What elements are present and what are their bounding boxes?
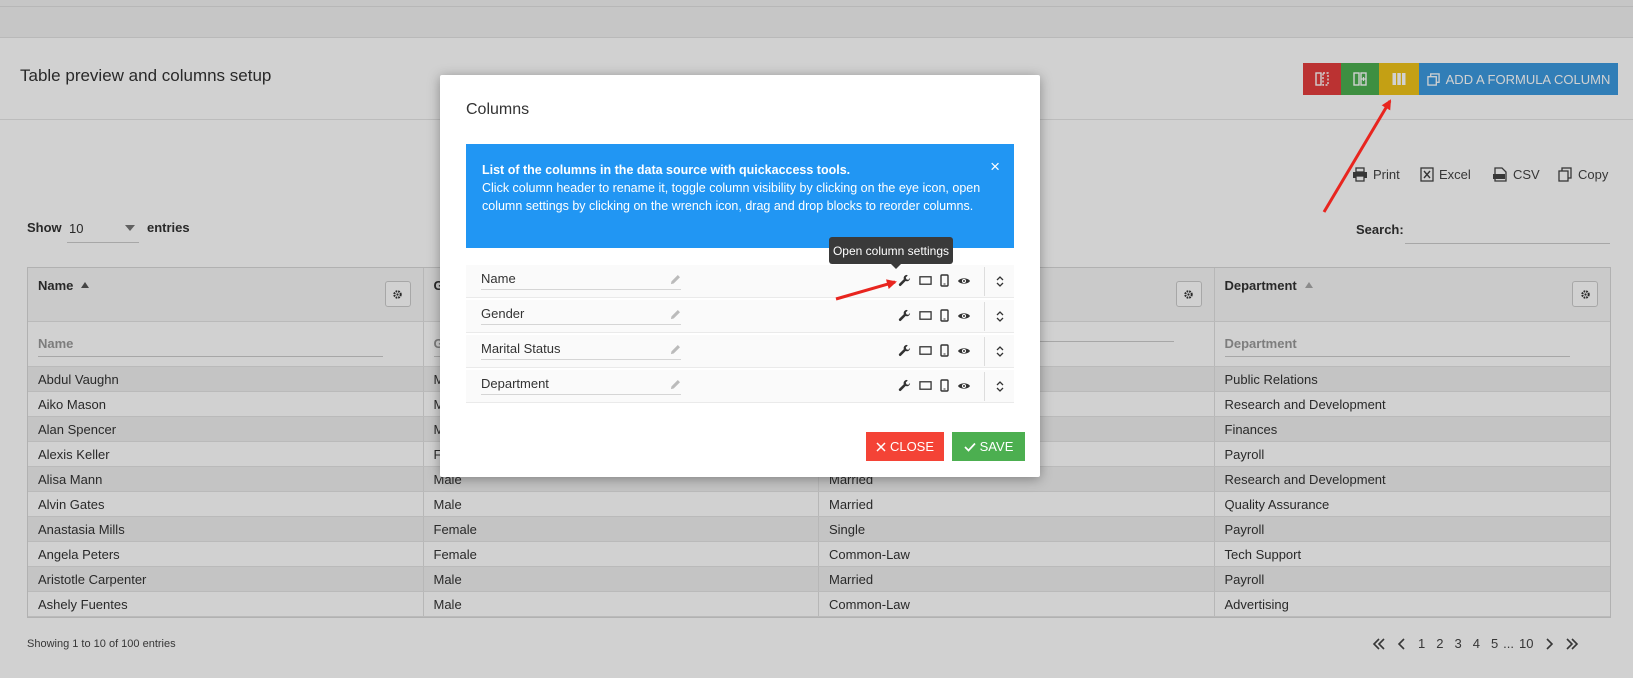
desktop-visibility-icon[interactable] <box>919 345 932 356</box>
pencil-icon[interactable] <box>670 379 681 390</box>
column-tools <box>898 379 971 392</box>
close-button-label: CLOSE <box>889 439 935 454</box>
pencil-icon[interactable] <box>670 344 681 355</box>
column-list: Name Gender Marital Status Department <box>466 265 1014 405</box>
column-name-field[interactable]: Gender <box>481 306 681 325</box>
reorder-icon[interactable] <box>996 275 1004 288</box>
column-name-label: Gender <box>481 306 525 321</box>
wrench-icon[interactable] <box>898 344 911 357</box>
eye-icon[interactable] <box>957 346 971 356</box>
column-name-field[interactable]: Name <box>481 271 681 290</box>
save-button[interactable]: SAVE <box>952 432 1025 461</box>
column-name-label: Name <box>481 271 516 286</box>
close-button[interactable]: CLOSE <box>866 432 944 461</box>
pencil-icon[interactable] <box>670 274 681 285</box>
drag-handle[interactable] <box>984 267 1014 296</box>
alert-body: Click column header to rename it, toggle… <box>482 181 981 213</box>
column-tools <box>898 309 971 322</box>
check-icon <box>964 442 976 452</box>
column-block[interactable]: Name <box>466 265 1014 298</box>
eye-icon[interactable] <box>957 311 971 321</box>
mobile-visibility-icon[interactable] <box>940 274 949 287</box>
column-tools <box>898 274 971 287</box>
desktop-visibility-icon[interactable] <box>919 380 932 391</box>
tooltip: Open column settings <box>829 237 953 269</box>
column-name-label: Department <box>481 376 549 391</box>
mobile-visibility-icon[interactable] <box>940 379 949 392</box>
column-block[interactable]: Gender <box>466 300 1014 333</box>
modal-title: Columns <box>466 101 530 118</box>
columns-modal: Columns List of the columns in the data … <box>440 75 1040 477</box>
rename-button[interactable] <box>670 378 681 393</box>
eye-icon[interactable] <box>957 276 971 286</box>
desktop-visibility-icon[interactable] <box>919 275 932 286</box>
reorder-icon[interactable] <box>996 380 1004 393</box>
reorder-icon[interactable] <box>996 310 1004 323</box>
save-button-label: SAVE <box>979 439 1014 454</box>
alert-close-button[interactable]: × <box>990 158 1000 175</box>
column-block[interactable]: Marital Status <box>466 335 1014 368</box>
rename-button[interactable] <box>670 308 681 323</box>
mobile-visibility-icon[interactable] <box>940 309 949 322</box>
drag-handle[interactable] <box>984 372 1014 401</box>
close-icon <box>876 441 886 452</box>
column-tools <box>898 344 971 357</box>
pencil-icon[interactable] <box>670 309 681 320</box>
wrench-icon[interactable] <box>898 379 911 392</box>
info-alert: List of the columns in the data source w… <box>466 144 1014 248</box>
wrench-icon[interactable] <box>898 309 911 322</box>
column-name-field[interactable]: Department <box>481 376 681 395</box>
column-block[interactable]: Department <box>466 370 1014 403</box>
column-name-field[interactable]: Marital Status <box>481 341 681 360</box>
eye-icon[interactable] <box>957 381 971 391</box>
alert-heading: List of the columns in the data source w… <box>482 163 851 177</box>
wrench-icon[interactable] <box>898 274 911 287</box>
drag-handle[interactable] <box>984 302 1014 331</box>
drag-handle[interactable] <box>984 337 1014 366</box>
reorder-icon[interactable] <box>996 345 1004 358</box>
desktop-visibility-icon[interactable] <box>919 310 932 321</box>
rename-button[interactable] <box>670 273 681 288</box>
column-name-label: Marital Status <box>481 341 561 356</box>
rename-button[interactable] <box>670 343 681 358</box>
mobile-visibility-icon[interactable] <box>940 344 949 357</box>
